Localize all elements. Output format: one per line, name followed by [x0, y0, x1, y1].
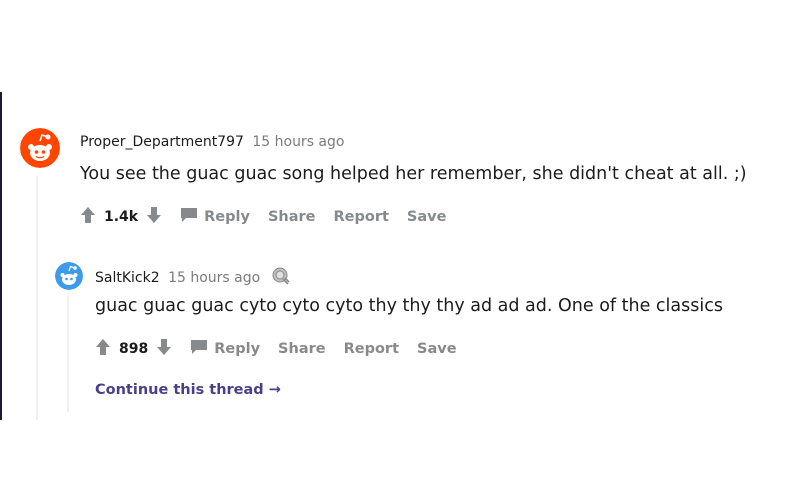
comment-body: You see the guac guac song helped her re… — [80, 164, 747, 184]
username[interactable]: SaltKick2 — [95, 270, 160, 286]
downvote-arrow-icon[interactable] — [146, 206, 162, 228]
comment-bubble-icon — [190, 339, 208, 359]
comment-body: guac guac guac cyto cyto cyto thy thy th… — [95, 296, 723, 316]
report-button[interactable]: Report — [344, 341, 399, 357]
reply-label: Reply — [204, 209, 250, 225]
save-button[interactable]: Save — [407, 209, 447, 225]
report-button[interactable]: Report — [333, 209, 388, 225]
comment-meta: SaltKick2 15 hours ago — [95, 266, 291, 290]
timestamp[interactable]: 15 hours ago — [252, 134, 344, 150]
continue-thread-label: Continue this thread — [95, 382, 264, 398]
vote-group: 1.4k — [80, 206, 162, 228]
reply-button[interactable]: Reply — [190, 339, 260, 359]
vote-group: 898 — [95, 338, 172, 360]
downvote-arrow-icon[interactable] — [156, 338, 172, 360]
reply-label: Reply — [214, 341, 261, 357]
save-button[interactable]: Save — [417, 341, 457, 357]
arrow-right-icon: → — [268, 382, 281, 398]
comment-bubble-icon — [180, 207, 198, 227]
timestamp[interactable]: 15 hours ago — [168, 270, 260, 286]
reply-button[interactable]: Reply — [180, 207, 250, 227]
comment-actions: 1.4k Reply Share Report Save — [80, 206, 446, 228]
vote-count: 1.4k — [104, 209, 139, 225]
left-edge-divider — [0, 92, 2, 420]
share-button[interactable]: Share — [268, 209, 316, 225]
username[interactable]: Proper_Department797 — [80, 134, 244, 150]
thread-line-nested[interactable] — [67, 296, 69, 412]
award-icon[interactable] — [271, 266, 291, 290]
vote-count: 898 — [119, 341, 149, 357]
upvote-arrow-icon[interactable] — [80, 206, 96, 228]
thread-line[interactable] — [36, 176, 38, 420]
comment-meta: Proper_Department797 15 hours ago — [80, 134, 344, 150]
comment-actions: 898 Reply Share Report Save — [95, 338, 457, 360]
share-button[interactable]: Share — [278, 341, 326, 357]
upvote-arrow-icon[interactable] — [95, 338, 111, 360]
snoo-blue-avatar-icon[interactable] — [55, 262, 83, 290]
snoo-orange-avatar-icon[interactable] — [20, 128, 60, 168]
continue-thread-link[interactable]: Continue this thread → — [95, 382, 281, 398]
